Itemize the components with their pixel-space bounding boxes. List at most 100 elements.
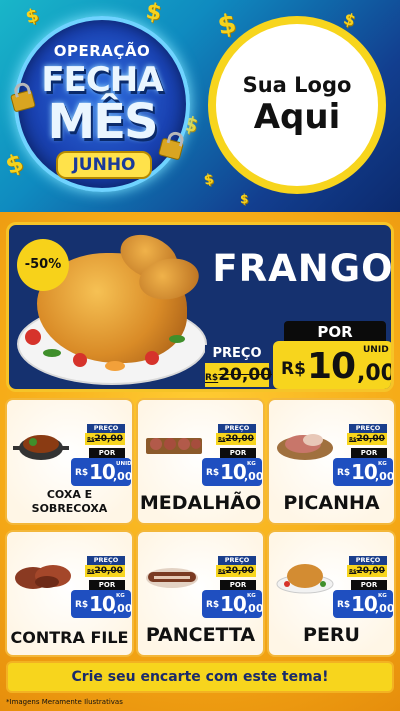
new-price-currency: R$	[75, 468, 89, 478]
old-price-value: 20,00	[225, 566, 254, 576]
new-price-label: POR	[89, 580, 125, 590]
new-price: R$ 10 UNID ,00	[71, 458, 133, 486]
price-unit: KG	[247, 593, 256, 599]
herb-garnish	[169, 335, 185, 343]
disclaimer-text: *Imagens Meramente Ilustrativas	[6, 698, 123, 706]
old-price-value: 20,00	[356, 566, 385, 576]
new-price-currency: R$	[206, 468, 220, 478]
price-unit: UNID	[116, 461, 132, 467]
product-name: PANCETTA	[145, 624, 256, 646]
old-price-label: PREÇO	[349, 424, 387, 433]
steak-image	[15, 565, 71, 589]
old-price: R$20,00	[85, 565, 125, 577]
old-price-tag: PREÇO R$20,00	[205, 345, 272, 387]
operation-badge: OPERAÇÃO FECHA MÊS JUNHO	[14, 16, 190, 192]
dollar-icon: $	[202, 171, 216, 189]
old-price: R$20,00	[85, 433, 125, 445]
new-price-decimal: ,00	[244, 470, 264, 483]
old-price: R$20,00	[216, 433, 256, 445]
new-price-currency: R$	[281, 359, 306, 379]
product-card: PREÇO R$20,00 POR R$ 10 KG ,00 PANCETTA	[136, 530, 265, 657]
logo-line2: Aqui	[253, 97, 341, 137]
new-price-currency: R$	[75, 600, 89, 610]
dollar-icon: $	[240, 192, 249, 206]
new-price-integer: 10	[351, 592, 378, 616]
new-price: R$ 10 KG ,00	[333, 458, 395, 486]
old-price: R$20,00	[205, 363, 272, 387]
new-price: R$ 10 KG ,00	[71, 590, 133, 618]
orange-garnish	[105, 361, 125, 371]
old-price-label: PREÇO	[87, 556, 125, 565]
product-card: PREÇO R$20,00 POR R$ 10 KG ,00 MEDALHÃO	[136, 398, 265, 525]
new-price-decimal: ,00	[357, 361, 394, 386]
product-name: PICANHA	[283, 492, 380, 514]
badge-line1: OPERAÇÃO	[53, 42, 151, 60]
dollar-icon: $	[143, 0, 164, 27]
chicken-pot-image	[13, 435, 69, 460]
new-price-label: POR	[351, 580, 387, 590]
old-price-currency: R$	[205, 373, 219, 383]
old-price-value: 20,00	[356, 434, 385, 444]
new-price-decimal: ,00	[113, 602, 133, 615]
offers-panel: -50% FRANGO PREÇO R$20,00 POR R$ 10 UNID…	[0, 212, 400, 711]
new-price-decimal: ,00	[375, 602, 395, 615]
new-price-label: POR	[351, 448, 387, 458]
product-card: PREÇO R$20,00 POR R$ 10 UNID ,00 COXA E …	[5, 398, 134, 525]
old-price: R$20,00	[347, 565, 387, 577]
medallion-skewers-image	[146, 438, 202, 454]
tomato-garnish	[73, 353, 87, 367]
new-price-label: POR	[220, 580, 256, 590]
price-unit: UNID	[363, 345, 389, 355]
dollar-icon: $	[215, 8, 239, 42]
new-price-decimal: ,00	[244, 602, 264, 615]
new-price-decimal: ,00	[375, 470, 395, 483]
new-price-label: POR	[220, 448, 256, 458]
old-price-label: PREÇO	[87, 424, 125, 433]
old-price-value: 20,00	[218, 365, 272, 385]
herb-garnish	[43, 349, 61, 357]
new-price: R$ 10 KG ,00	[333, 590, 395, 618]
dollar-icon: $	[23, 4, 42, 29]
tomato-garnish	[145, 351, 159, 365]
badge-month: JUNHO	[56, 151, 152, 179]
header-banner: $ $ $ $ $ $ $ $ OPERAÇÃO FECHA MÊS JUNHO…	[0, 0, 400, 212]
old-price-value: 20,00	[94, 566, 123, 576]
new-price-decimal: ,00	[113, 470, 133, 483]
new-price-integer: 10	[89, 460, 116, 484]
pancetta-image	[146, 568, 198, 588]
new-price-currency: R$	[337, 468, 351, 478]
price-unit: KG	[247, 461, 256, 467]
new-price-label: POR	[89, 448, 125, 458]
dollar-icon: $	[341, 8, 359, 31]
product-name: CONTRA FILE	[10, 628, 129, 647]
old-price-value: 20,00	[225, 434, 254, 444]
product-name: PERU	[303, 624, 360, 646]
old-price-label: PREÇO	[349, 556, 387, 565]
discount-badge: -50%	[17, 239, 69, 291]
logo-line1: Sua Logo	[242, 73, 352, 97]
picanha-board-image	[277, 434, 333, 460]
price-unit: KG	[378, 593, 387, 599]
old-price: R$20,00	[347, 433, 387, 445]
cta-banner[interactable]: Crie seu encarte com este tema!	[6, 661, 394, 693]
new-price-integer: 10	[89, 592, 116, 616]
new-price-integer: 10	[351, 460, 378, 484]
new-price: R$ 10 KG ,00	[202, 590, 264, 618]
product-card: PREÇO R$20,00 POR R$ 10 KG ,00 CONTRA FI…	[5, 530, 134, 657]
old-price-value: 20,00	[94, 434, 123, 444]
new-price-integer: 10	[307, 346, 356, 387]
new-price-label: POR	[284, 321, 386, 343]
featured-product: -50% FRANGO PREÇO R$20,00 POR R$ 10 UNID…	[6, 222, 394, 392]
new-price: R$ 10 UNID ,00	[273, 341, 394, 389]
old-price-label: PREÇO	[205, 345, 269, 363]
dollar-icon: $	[1, 147, 27, 181]
product-name: MEDALHÃO	[139, 492, 262, 514]
product-card: PREÇO R$20,00 POR R$ 10 KG ,00 PICANHA	[267, 398, 396, 525]
old-price-label: PREÇO	[218, 556, 256, 565]
new-price-integer: 10	[220, 592, 247, 616]
turkey-image	[276, 564, 334, 594]
old-price-label: PREÇO	[218, 424, 256, 433]
new-price-integer: 10	[220, 460, 247, 484]
tomato-garnish	[25, 329, 41, 345]
logo-placeholder: Sua Logo Aqui	[208, 16, 386, 194]
